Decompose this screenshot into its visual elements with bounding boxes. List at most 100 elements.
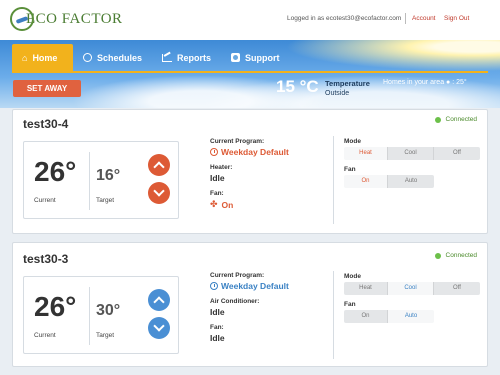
fan-auto-button[interactable]: Auto	[388, 175, 434, 188]
outside-label-bottom: Outside	[325, 90, 350, 97]
clock-icon	[210, 148, 218, 156]
mode-cool-button[interactable]: Cool	[388, 282, 434, 295]
equipment-value: Idle	[210, 173, 225, 183]
program-value[interactable]: Weekday Default	[210, 281, 289, 291]
increase-target-button[interactable]	[148, 154, 170, 176]
status-badge: Connected	[434, 252, 477, 259]
equipment-value: Idle	[210, 307, 225, 317]
current-temperature: 26°	[34, 156, 77, 187]
set-away-button[interactable]: SET AWAY	[13, 80, 81, 97]
homes-in-area-temp: 25°	[456, 79, 467, 86]
fan-selector: On Auto	[344, 175, 434, 188]
current-temperature: 26°	[34, 291, 77, 322]
target-temperature: 16°	[96, 167, 121, 184]
program-name: Weekday Default	[221, 147, 289, 157]
tab-support-label: Support	[245, 52, 280, 63]
divider	[405, 13, 406, 24]
logo-text: ECO FACTOR	[26, 10, 123, 27]
mode-cool-button[interactable]: Cool	[388, 147, 434, 160]
mode-selector: Heat Cool Off	[344, 282, 480, 295]
chart-icon	[162, 53, 173, 62]
program-label: Current Program:	[210, 272, 265, 279]
chevron-down-icon	[153, 185, 165, 197]
divider	[89, 152, 90, 210]
fan-status: Idle	[210, 333, 225, 343]
mode-off-button[interactable]: Off	[434, 147, 480, 160]
outside-temperature-label: Temperature Outside	[325, 79, 370, 98]
thermostat-card: test30-3 Connected 26° Current 30° Targe…	[12, 242, 488, 367]
mode-label: Mode	[344, 138, 361, 145]
tab-home-label: Home	[32, 52, 58, 63]
tab-reports-label: Reports	[177, 52, 212, 63]
fan-control-label: Fan	[344, 301, 356, 308]
support-icon	[231, 53, 241, 62]
equipment-label: Heater:	[210, 164, 233, 171]
fan-auto-button[interactable]: Auto	[388, 310, 434, 323]
homes-in-area-label: Homes in your area	[383, 79, 445, 86]
current-label: Current	[34, 332, 56, 339]
account-link[interactable]: Account	[412, 15, 436, 22]
sign-out-link[interactable]: Sign Out	[444, 15, 469, 22]
outside-label-top: Temperature	[325, 79, 370, 88]
fan-label: Fan:	[210, 324, 224, 331]
clock-icon	[210, 282, 218, 290]
tab-home[interactable]: ⌂ Home	[12, 44, 73, 71]
thermostat-name: test30-3	[23, 252, 69, 266]
main-nav: ⌂ Home Schedules Reports Support	[12, 44, 290, 71]
connected-dot-icon	[434, 252, 441, 259]
divider	[333, 271, 334, 359]
increase-target-button[interactable]	[148, 289, 170, 311]
fan-value: ✤ On	[210, 199, 289, 210]
decrease-target-button[interactable]	[148, 182, 170, 204]
mode-heat-button[interactable]: Heat	[344, 147, 388, 160]
top-bar: ECO FACTOR Logged in as ecotest30@ecofac…	[0, 0, 500, 40]
thermostat-info: Current Program: Weekday Default Heater:…	[210, 138, 289, 217]
chevron-up-icon	[153, 161, 165, 173]
tab-schedules[interactable]: Schedules	[73, 44, 152, 71]
leaf-icon	[10, 7, 34, 31]
home-icon: ⌂	[22, 52, 28, 63]
outside-temperature: 15 °C	[276, 77, 319, 96]
fan-control-label: Fan	[344, 166, 356, 173]
temperature-panel: 26° Current 16° Target	[23, 141, 179, 219]
mode-off-button[interactable]: Off	[434, 282, 480, 295]
divider	[89, 287, 90, 345]
status-badge: Connected	[434, 116, 477, 123]
target-temperature: 30°	[96, 302, 121, 319]
fan-on-button[interactable]: On	[344, 310, 388, 323]
decrease-target-button[interactable]	[148, 317, 170, 339]
thermostat-info: Current Program: Weekday Default Air Con…	[210, 272, 289, 350]
thermostat-name: test30-4	[23, 117, 69, 131]
fan-icon: ✤	[210, 199, 218, 209]
status-text: Connected	[445, 252, 477, 259]
logo[interactable]: ECO FACTOR	[10, 7, 123, 31]
chevron-down-icon	[153, 320, 165, 332]
equipment-label: Air Conditioner:	[210, 298, 260, 305]
chevron-up-icon	[153, 296, 165, 308]
program-label: Current Program:	[210, 138, 265, 145]
current-label: Current	[34, 197, 56, 204]
connected-dot-icon	[434, 116, 441, 123]
fan-selector: On Auto	[344, 310, 434, 323]
tab-support[interactable]: Support	[221, 44, 290, 71]
program-value[interactable]: Weekday Default	[210, 147, 289, 157]
temperature-panel: 26° Current 30° Target	[23, 276, 179, 354]
homes-in-area: Homes in your area ● : 25°	[383, 79, 467, 86]
program-name: Weekday Default	[221, 281, 289, 291]
tab-underline	[12, 71, 488, 73]
tab-schedules-label: Schedules	[97, 52, 143, 63]
thermostat-card: test30-4 Connected 26° Current 16° Targe…	[12, 109, 488, 234]
tab-reports[interactable]: Reports	[152, 44, 221, 71]
clock-icon	[83, 53, 92, 62]
fan-status: On	[221, 199, 234, 210]
logged-in-text: Logged in as ecotest30@ecofactor.com	[287, 15, 402, 22]
target-label: Target	[96, 197, 115, 204]
mode-label: Mode	[344, 273, 361, 280]
mode-heat-button[interactable]: Heat	[344, 282, 388, 295]
fan-label: Fan:	[210, 190, 224, 197]
fan-on-button[interactable]: On	[344, 175, 388, 188]
info-icon: ●	[446, 79, 451, 86]
target-label: Target	[96, 332, 115, 339]
status-text: Connected	[445, 116, 477, 123]
divider	[333, 136, 334, 224]
